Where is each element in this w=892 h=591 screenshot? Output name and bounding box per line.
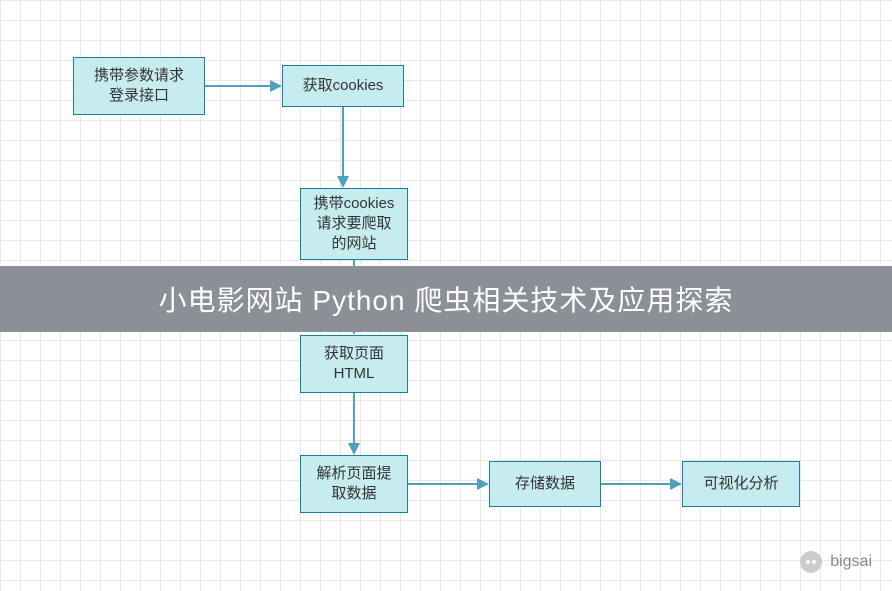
flow-node-n4: 获取页面 HTML bbox=[300, 335, 408, 393]
flow-edge bbox=[342, 107, 344, 178]
flow-node-n3: 携带cookies 请求要爬取 的网站 bbox=[300, 188, 408, 260]
title-text: 小电影网站 Python 爬虫相关技术及应用探索 bbox=[159, 285, 734, 316]
flow-node-n2: 获取cookies bbox=[282, 65, 404, 107]
flow-edge bbox=[205, 85, 272, 87]
flow-node-n6: 存储数据 bbox=[489, 461, 601, 507]
flow-edge bbox=[408, 483, 479, 485]
flow-node-n5: 解析页面提 取数据 bbox=[300, 455, 408, 513]
flow-edge bbox=[353, 393, 355, 445]
flow-node-n7: 可视化分析 bbox=[682, 461, 800, 507]
arrow-right-icon bbox=[477, 478, 489, 490]
watermark: bigsai bbox=[800, 551, 872, 573]
arrow-right-icon bbox=[670, 478, 682, 490]
title-banner: 小电影网站 Python 爬虫相关技术及应用探索 bbox=[0, 266, 892, 332]
arrow-right-icon bbox=[270, 80, 282, 92]
arrow-down-icon bbox=[337, 176, 349, 188]
watermark-text: bigsai bbox=[830, 553, 872, 571]
wechat-icon bbox=[800, 551, 822, 573]
flow-edge bbox=[601, 483, 672, 485]
flow-node-n1: 携带参数请求 登录接口 bbox=[73, 57, 205, 115]
arrow-down-icon bbox=[348, 443, 360, 455]
